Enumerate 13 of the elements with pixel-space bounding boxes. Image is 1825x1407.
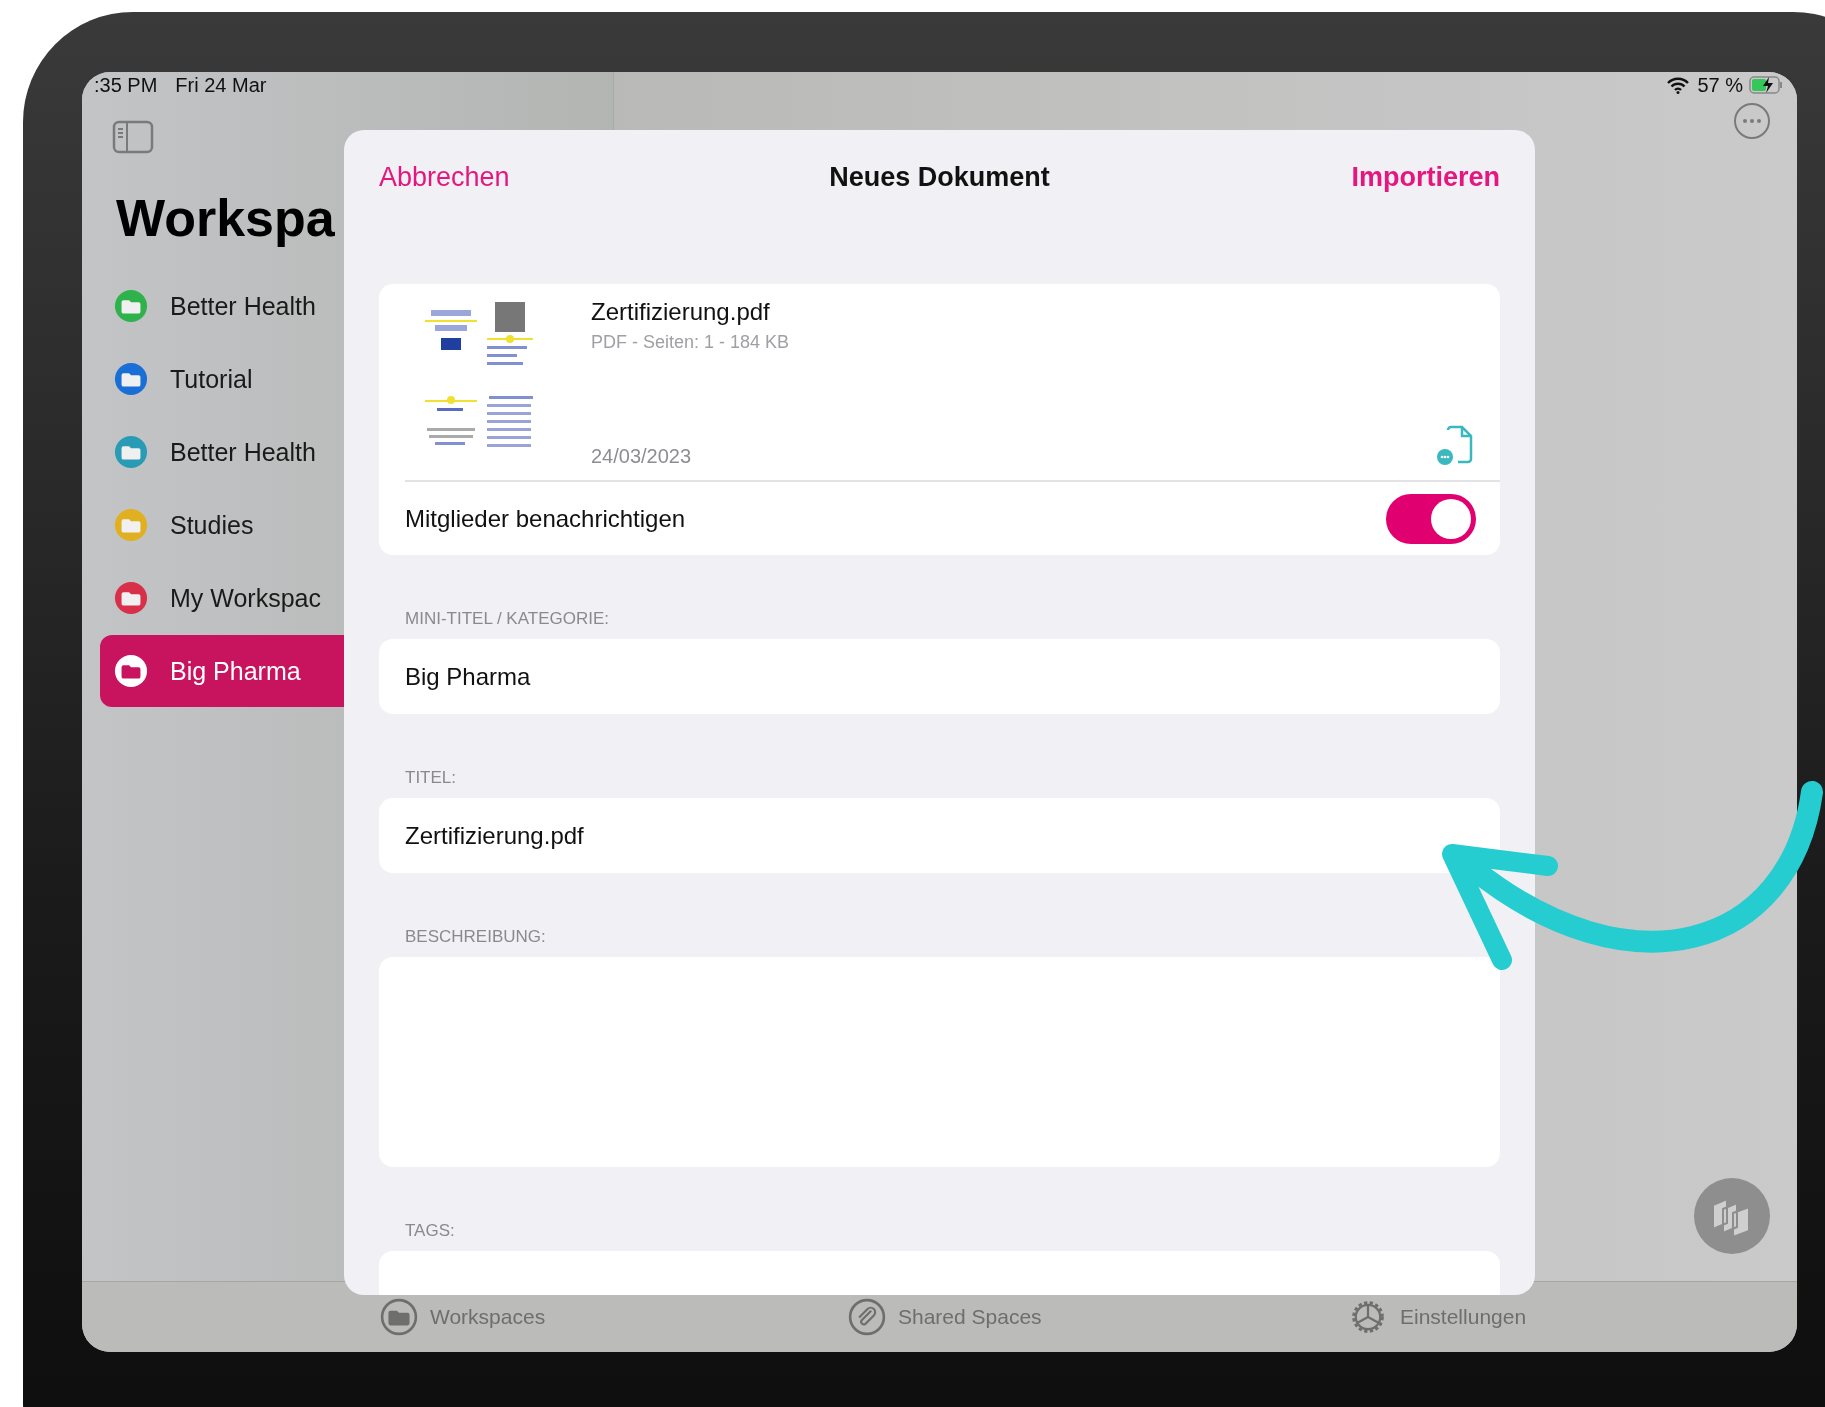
field-label: TAGS: <box>404 1220 456 1242</box>
battery-percent: 57 % <box>1697 73 1743 97</box>
status-date: Fri 24 Mar <box>175 73 267 97</box>
file-details: PDF - Seiten: 1 - 184 KB <box>591 332 791 353</box>
field-label: MINI-TITEL / KATEGORIE: <box>404 608 611 630</box>
file-name: Zertifizierung.pdf <box>591 298 771 326</box>
field-label: BESCHREIBUNG: <box>404 926 547 948</box>
status-time: :35 PM <box>94 73 158 97</box>
notify-members-label: Mitglieder benachrichtigen <box>405 504 686 533</box>
sidebar-title: Workspa <box>116 188 336 248</box>
modal-title: Neues Dokument <box>829 161 1050 193</box>
field-label: TITEL: <box>404 767 457 789</box>
file-date: 24/03/2023 <box>591 445 693 468</box>
